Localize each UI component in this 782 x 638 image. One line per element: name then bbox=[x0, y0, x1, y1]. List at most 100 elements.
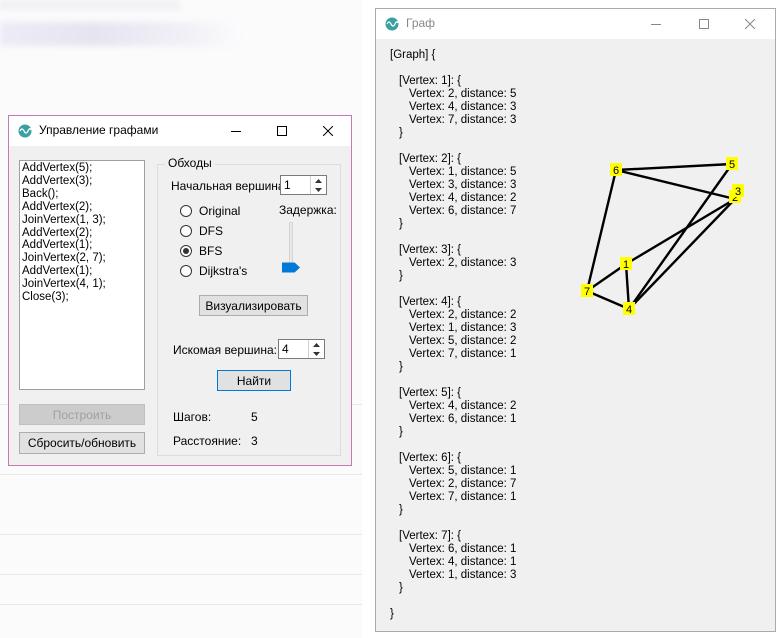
vertex-close: } bbox=[399, 270, 403, 282]
graph-diagram: 1234567 bbox=[581, 157, 744, 316]
steps-label: Шагов: bbox=[173, 410, 212, 424]
vertex-header: [Vertex: 1]: { bbox=[399, 75, 462, 87]
command-list-item[interactable]: AddVertex(1); bbox=[22, 265, 142, 278]
vertex-header: [Vertex: 4]: { bbox=[399, 296, 462, 308]
algorithm-radio-bfs[interactable] bbox=[180, 245, 192, 257]
graph-edges bbox=[585, 162, 740, 311]
vertex-edge-line: Vertex: 3, distance: 3 bbox=[409, 179, 517, 191]
scrollbar[interactable] bbox=[772, 39, 775, 629]
vertex-edge-line: Vertex: 4, distance: 3 bbox=[409, 101, 517, 113]
command-list[interactable]: AddVertex(5); AddVertex(3); Back(); AddVert… bbox=[19, 160, 145, 390]
target-vertex-spinner[interactable]: 4 bbox=[278, 339, 325, 359]
bg-line bbox=[0, 474, 362, 475]
minimize-button[interactable] bbox=[213, 116, 259, 146]
algorithm-radio-original[interactable] bbox=[180, 205, 192, 217]
algorithm-label[interactable]: BFS bbox=[199, 244, 222, 258]
command-list-item[interactable]: Back(); bbox=[22, 188, 142, 201]
vertex-close: } bbox=[399, 127, 403, 139]
start-vertex-spinner[interactable]: 1 bbox=[280, 175, 327, 195]
vertex-close: } bbox=[399, 504, 403, 516]
algorithm-label[interactable]: Dijkstra's bbox=[199, 264, 247, 278]
vertex-header: [Vertex: 7]: { bbox=[399, 530, 462, 542]
vertex-edge-line: Vertex: 7, distance: 3 bbox=[409, 114, 517, 126]
close-icon bbox=[323, 126, 333, 136]
title-bar[interactable]: Управление графами bbox=[9, 116, 351, 146]
command-list-item[interactable]: AddVertex(3); bbox=[22, 175, 142, 188]
title-bar[interactable]: Граф bbox=[376, 9, 775, 39]
app-wave-icon bbox=[18, 124, 32, 138]
window-title: Управление графами bbox=[39, 123, 159, 137]
graph-node-4: 4 bbox=[623, 302, 635, 316]
vertex-close: } bbox=[399, 582, 403, 594]
graph-node-6: 6 bbox=[610, 163, 622, 177]
graph-node-label: 7 bbox=[584, 286, 590, 298]
graph-text-dump: [Graph] {[Vertex: 1]: {Vertex: 2, distan… bbox=[390, 49, 516, 621]
command-list-item[interactable]: AddVertex(1); bbox=[22, 239, 142, 252]
vertex-edge-line: Vertex: 2, distance: 5 bbox=[409, 88, 517, 100]
reset-button[interactable]: Сбросить/обновить bbox=[19, 432, 145, 454]
algorithm-radio-dijkstras[interactable] bbox=[180, 265, 192, 277]
target-vertex-value: 4 bbox=[282, 342, 289, 356]
algorithm-label[interactable]: DFS bbox=[199, 224, 223, 238]
graph-node-1: 1 bbox=[620, 257, 632, 271]
maximize-button[interactable] bbox=[681, 9, 727, 39]
delay-slider-thumb[interactable] bbox=[282, 262, 300, 273]
vertex-edge-line: Vertex: 6, distance: 1 bbox=[409, 543, 517, 555]
find-button[interactable]: Найти bbox=[217, 370, 291, 391]
algorithm-radio-dfs[interactable] bbox=[180, 225, 192, 237]
command-list-item[interactable]: JoinVertex(2, 7); bbox=[22, 252, 142, 265]
vertex-edge-line: Vertex: 4, distance: 2 bbox=[409, 192, 517, 204]
start-vertex-label: Начальная вершина: bbox=[171, 179, 288, 193]
app-wave-icon bbox=[385, 17, 399, 31]
vertex-header: [Vertex: 5]: { bbox=[399, 387, 462, 399]
minimize-icon bbox=[231, 131, 241, 132]
graph-window: Граф [Graph] {[Vertex: 1]: {Vertex: 2, d… bbox=[375, 8, 776, 632]
vertex-edge-line: Vertex: 1, distance: 3 bbox=[409, 569, 517, 581]
vertex-close: } bbox=[399, 218, 403, 230]
graph-node-label: 5 bbox=[729, 159, 735, 171]
minimize-icon bbox=[651, 24, 661, 25]
vertex-edge-line: Vertex: 7, distance: 1 bbox=[409, 491, 517, 503]
spin-up-icon[interactable] bbox=[311, 176, 326, 185]
target-vertex-label: Искомая вершина: bbox=[173, 343, 277, 357]
distance-label: Расстояние: bbox=[173, 434, 242, 448]
vertex-header: [Vertex: 2]: { bbox=[399, 153, 462, 165]
command-list-item[interactable]: AddVertex(5); bbox=[22, 162, 142, 175]
vertex-edge-line: Vertex: 1, distance: 3 bbox=[409, 322, 517, 334]
maximize-button[interactable] bbox=[259, 116, 305, 146]
graph-node-label: 4 bbox=[626, 304, 632, 316]
vertex-edge-line: Vertex: 4, distance: 2 bbox=[409, 400, 517, 412]
graph-node-3: 3 bbox=[732, 184, 744, 198]
spin-down-icon[interactable] bbox=[309, 349, 324, 358]
spin-up-icon[interactable] bbox=[309, 340, 324, 349]
close-button[interactable] bbox=[727, 9, 773, 39]
window-title: Граф bbox=[406, 16, 436, 30]
command-list-item[interactable]: JoinVertex(4, 1); bbox=[22, 278, 142, 291]
close-button[interactable] bbox=[305, 116, 351, 146]
command-list-item[interactable]: AddVertex(2); bbox=[22, 227, 142, 240]
distance-value: 3 bbox=[251, 434, 258, 448]
graph-edge bbox=[615, 162, 733, 172]
steps-value: 5 bbox=[251, 410, 258, 424]
vertex-edge-line: Vertex: 2, distance: 2 bbox=[409, 309, 517, 321]
graph-header: [Graph] { bbox=[390, 49, 436, 61]
algorithm-label[interactable]: Original bbox=[199, 204, 240, 218]
delay-label: Задержка: bbox=[279, 203, 337, 217]
vertex-edge-line: Vertex: 1, distance: 5 bbox=[409, 166, 517, 178]
command-list-item[interactable]: Close(3); bbox=[22, 291, 142, 304]
spin-down-icon[interactable] bbox=[311, 185, 326, 194]
vertex-edge-line: Vertex: 7, distance: 1 bbox=[409, 348, 517, 360]
vertex-header: [Vertex: 6]: { bbox=[399, 452, 462, 464]
command-list-item[interactable]: AddVertex(2); bbox=[22, 201, 142, 214]
build-button[interactable]: Построить bbox=[19, 404, 145, 425]
blur-strip-top bbox=[0, 0, 180, 10]
visualize-button[interactable]: Визуализировать bbox=[199, 295, 308, 316]
close-icon bbox=[745, 19, 755, 29]
command-list-item[interactable]: JoinVertex(1, 3); bbox=[22, 214, 142, 227]
minimize-button[interactable] bbox=[633, 9, 679, 39]
